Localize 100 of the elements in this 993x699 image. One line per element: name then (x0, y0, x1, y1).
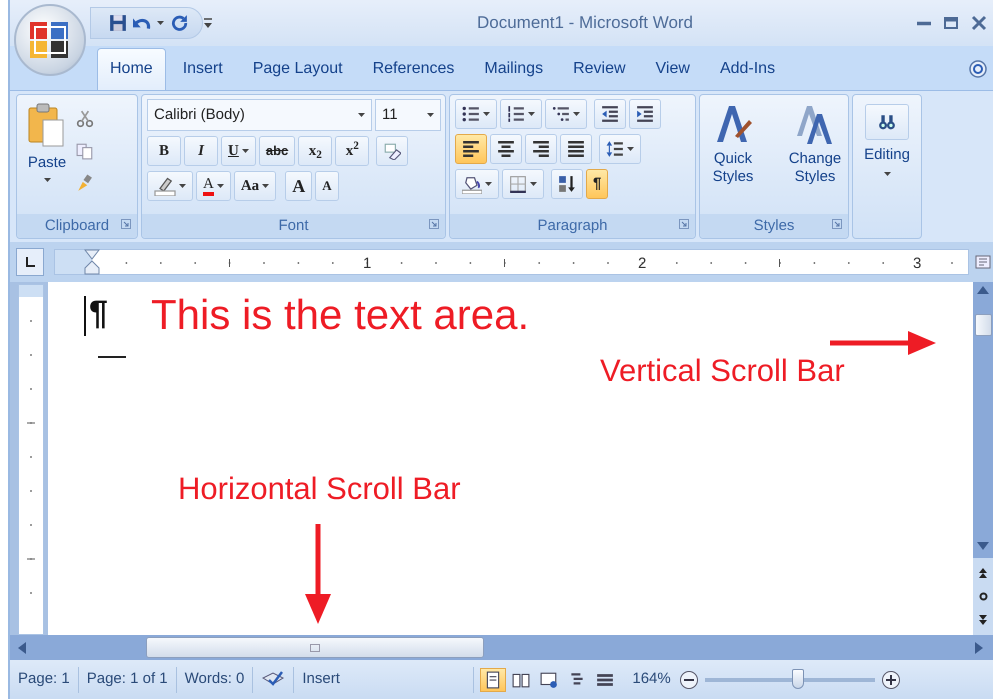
dialog-launcher-button[interactable] (679, 219, 689, 229)
align-button[interactable] (455, 134, 487, 164)
caret-icon (157, 21, 164, 25)
shrink-font-button[interactable]: A (315, 171, 339, 201)
end-of-document-marker (98, 356, 126, 358)
align-left-icon (462, 140, 480, 158)
save-button[interactable] (109, 14, 127, 32)
view-web-icon (540, 670, 558, 688)
tab-selector-button[interactable] (16, 248, 44, 276)
customize-toolbar-button[interactable] (203, 17, 213, 29)
undo-dropdown[interactable] (157, 21, 164, 25)
styles-button[interactable]: Quick Styles (694, 99, 772, 210)
scroll-thumb[interactable] (146, 637, 484, 658)
close-button[interactable] (971, 15, 987, 31)
decrease-indent-button[interactable] (594, 99, 626, 129)
ribbon-tab[interactable]: View (642, 48, 703, 90)
group-label: Clipboard (44, 216, 110, 236)
styles-button[interactable]: Change Styles (776, 99, 854, 210)
close-icon (971, 15, 987, 31)
previous-page-icon (979, 568, 987, 578)
eraser-icon (383, 142, 402, 160)
document-page[interactable]: ¶ This is the text area. Vertical Scroll Bar Horizontal Scroll Bar (48, 282, 973, 635)
format-button[interactable]: B (147, 136, 181, 166)
align-button[interactable] (560, 134, 592, 164)
font-color-button[interactable]: A (196, 171, 231, 201)
annotation-text: Vertical Scroll Bar (600, 354, 845, 388)
align-button[interactable] (525, 134, 557, 164)
scroll-left-icon (18, 642, 26, 654)
highlighter-icon (154, 176, 176, 196)
view-button[interactable] (480, 668, 506, 692)
numbering-button[interactable] (500, 99, 542, 129)
ribbon-tab[interactable]: Insert (170, 48, 236, 90)
caret-icon (358, 113, 365, 117)
zoom-level-text[interactable]: 164% (624, 668, 679, 691)
dialog-launcher-button[interactable] (832, 219, 842, 229)
shading-button[interactable] (455, 169, 499, 199)
ruler-number: 1 (363, 254, 372, 274)
align-justify-icon (567, 140, 585, 158)
plus-icon (880, 670, 901, 690)
zoom-out-button[interactable] (678, 670, 699, 690)
annotation-text: Horizontal Scroll Bar (178, 472, 461, 506)
caret-icon (528, 112, 535, 116)
font-name-dropdown[interactable]: Calibri (Body) (147, 99, 372, 131)
format-button[interactable]: abc (258, 136, 296, 166)
line-spacing-button[interactable] (599, 134, 641, 164)
paste-button[interactable]: Paste (22, 99, 72, 210)
indent-marker-icon (84, 249, 100, 275)
caret-icon (427, 113, 434, 117)
format-button[interactable]: U (221, 136, 256, 166)
format-button[interactable]: x$^{2}$ (335, 136, 370, 166)
scissors-icon (76, 110, 94, 128)
scroll-up-icon (977, 286, 989, 294)
highlight-button[interactable] (147, 171, 193, 201)
ribbon-tab[interactable]: Page Layout (240, 48, 356, 90)
redo-button[interactable] (170, 14, 188, 32)
undo-icon (133, 16, 151, 30)
zoom-in-button[interactable] (880, 670, 901, 690)
caret-icon (573, 112, 580, 116)
ribbon-tab[interactable]: References (360, 48, 468, 90)
dialog-launcher-button[interactable] (429, 219, 439, 229)
horizontal-scroll-bar[interactable] (10, 635, 993, 660)
change-case-button[interactable]: Aa (234, 171, 276, 201)
scroll-thumb[interactable] (974, 314, 992, 336)
sort-button[interactable] (551, 169, 583, 199)
view-ruler-icon (975, 253, 991, 271)
increase-indent-button[interactable] (629, 99, 661, 129)
line-spacing-icon (606, 140, 624, 158)
scroll-right-icon (975, 642, 983, 654)
borders-button[interactable] (502, 169, 544, 199)
clear-formatting-button[interactable] (376, 136, 408, 166)
ribbon-tab[interactable]: Mailings (471, 48, 556, 90)
vertical-scroll-bar[interactable] (973, 282, 993, 635)
font-size-dropdown[interactable]: 11 (375, 99, 441, 131)
slider-thumb[interactable] (792, 668, 804, 688)
ruler-number: 3 (913, 254, 922, 274)
launcher-icon (679, 219, 689, 229)
next-page-icon (979, 615, 987, 625)
insert-mode-text[interactable]: Insert (302, 668, 340, 691)
ribbon-tab[interactable]: Add-Ins (706, 48, 788, 90)
format-button[interactable]: I (184, 136, 218, 166)
tab-stop-icon (24, 256, 36, 268)
help-button[interactable] (969, 60, 987, 78)
launcher-icon (832, 219, 842, 229)
view-ruler-button[interactable] (975, 253, 991, 271)
align-button[interactable] (490, 134, 522, 164)
multilevel-list-icon (552, 105, 570, 123)
bullet-list-icon (462, 105, 480, 123)
undo-button[interactable] (133, 16, 151, 30)
bullets-button[interactable] (455, 99, 497, 129)
caret-icon (44, 178, 50, 182)
ribbon-tab[interactable]: Review (560, 48, 639, 90)
increase-indent-icon (636, 105, 654, 123)
grow-font-button[interactable]: A (285, 171, 312, 201)
format-button[interactable]: x$_{2}$ (298, 136, 332, 166)
ribbon-tab[interactable]: Home (97, 48, 166, 90)
maximize-button[interactable] (943, 15, 959, 31)
dialog-launcher-button[interactable] (121, 219, 131, 229)
minimize-button[interactable] (917, 20, 931, 26)
show-marks-button[interactable]: ¶ (586, 169, 608, 199)
multilevel-list-button[interactable] (545, 99, 587, 129)
